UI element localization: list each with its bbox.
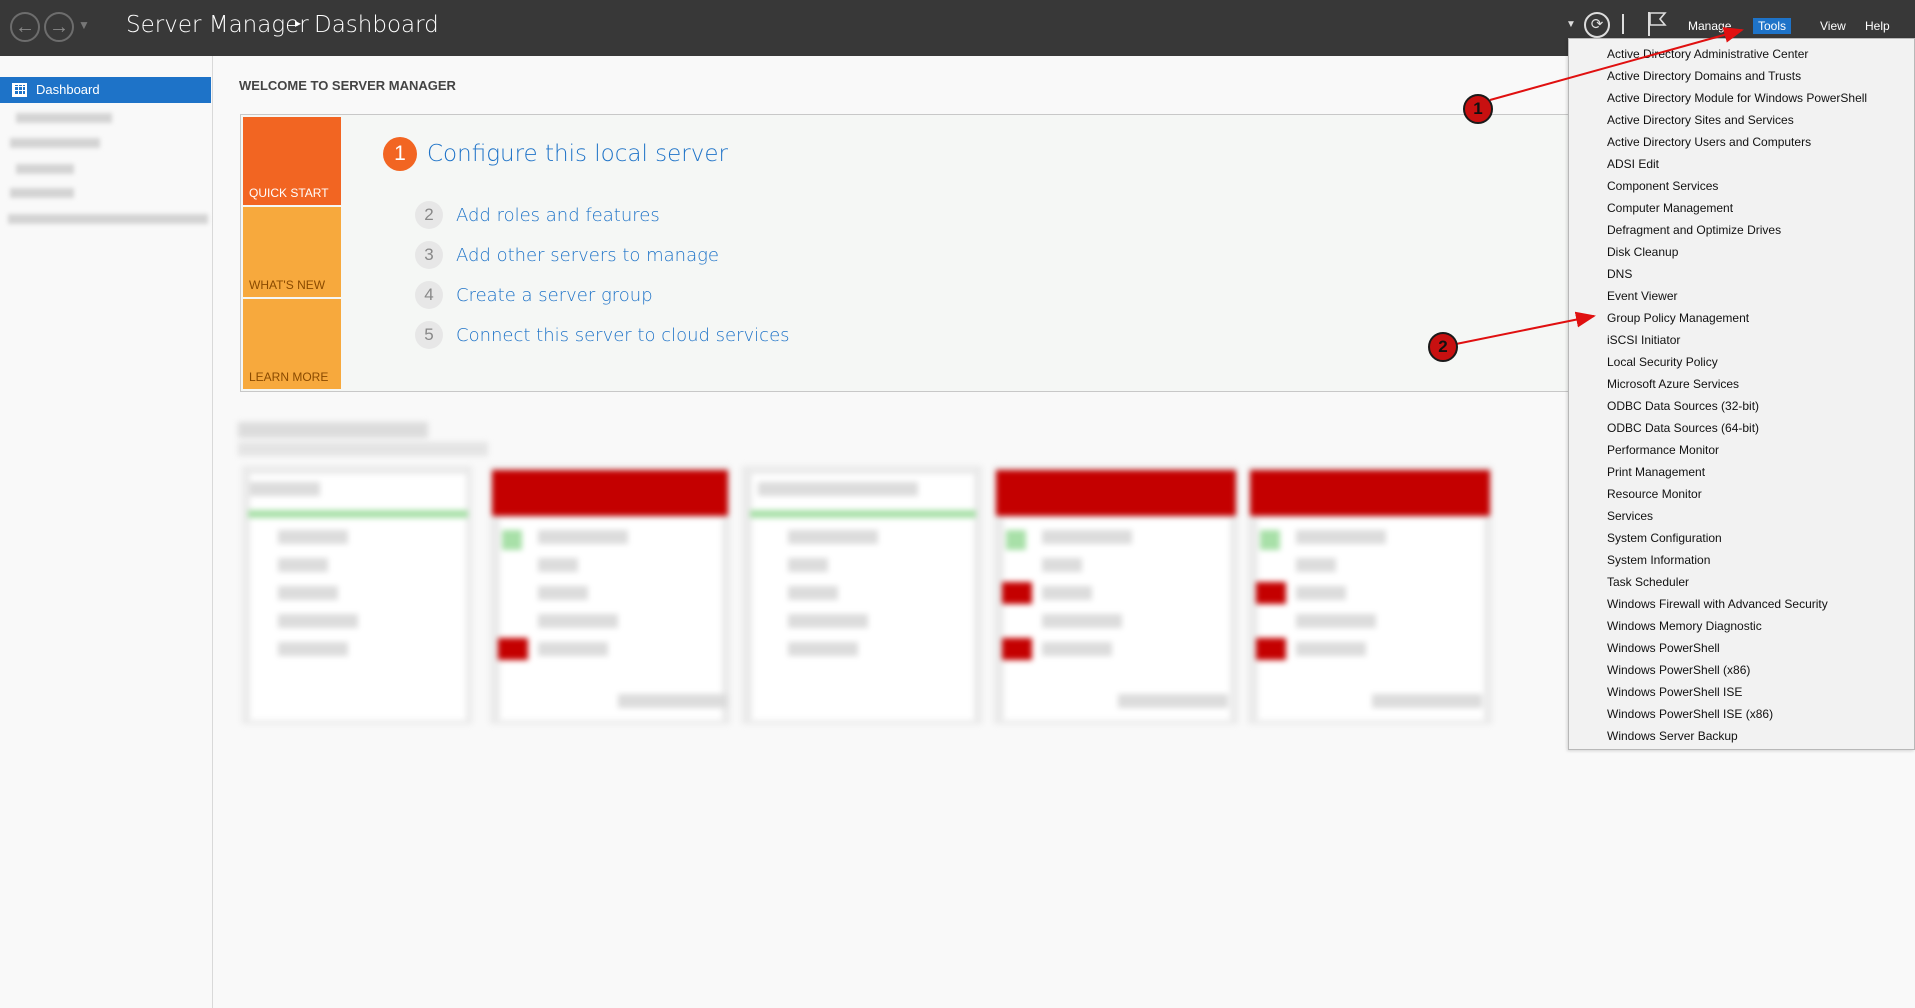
sidebar-item-redacted[interactable] (16, 164, 74, 174)
sidebar-item-redacted[interactable] (10, 138, 100, 148)
tile-learn-more[interactable]: LEARN MORE (243, 299, 341, 389)
tools-menu-item[interactable]: Event Viewer (1569, 285, 1914, 307)
tools-menu-item[interactable]: Active Directory Users and Computers (1569, 131, 1914, 153)
refresh-icon[interactable]: ⟳ (1584, 12, 1610, 38)
tools-menu-item[interactable]: Print Management (1569, 461, 1914, 483)
toolbar-divider (1622, 14, 1624, 34)
tools-menu-item[interactable]: Windows Memory Diagnostic (1569, 615, 1914, 637)
tools-menu-item[interactable]: System Configuration (1569, 527, 1914, 549)
tile-whats-new[interactable]: WHAT'S NEW (243, 207, 341, 297)
tools-menu-item[interactable]: ODBC Data Sources (64-bit) (1569, 417, 1914, 439)
history-dropdown-icon[interactable]: ▼ (78, 18, 90, 32)
menu-help[interactable]: Help (1860, 18, 1895, 34)
step-number-badge: 2 (415, 201, 443, 229)
tools-dropdown-menu: Active Directory Administrative Center Ac… (1568, 38, 1915, 750)
tools-menu-item[interactable]: Windows PowerShell ISE (1569, 681, 1914, 703)
tools-menu-item[interactable]: Component Services (1569, 175, 1914, 197)
breadcrumb-page-title: Dashboard (314, 12, 439, 38)
tools-menu-item[interactable]: ODBC Data Sources (32-bit) (1569, 395, 1914, 417)
tools-menu-item[interactable]: Group Policy Management (1569, 307, 1914, 329)
forward-arrow-icon[interactable]: → (44, 12, 74, 42)
quick-start-panel: QUICK START WHAT'S NEW LEARN MORE 1 Conf… (240, 114, 1570, 392)
tile-label: QUICK START (249, 186, 329, 200)
tools-menu-item[interactable]: Performance Monitor (1569, 439, 1914, 461)
tools-menu-item[interactable]: Windows Firewall with Advanced Security (1569, 593, 1914, 615)
tile-label: WHAT'S NEW (249, 278, 326, 292)
sidebar-item-redacted[interactable] (8, 214, 208, 224)
breadcrumb-separator-icon: ▸ (295, 16, 302, 30)
dashboard-grid-icon (12, 83, 27, 97)
step-number-badge: 5 (415, 321, 443, 349)
tools-menu-item[interactable]: Windows PowerShell (1569, 637, 1914, 659)
tools-menu-item[interactable]: System Information (1569, 549, 1914, 571)
step-number-badge: 1 (383, 137, 417, 171)
tools-menu-item[interactable]: Active Directory Domains and Trusts (1569, 65, 1914, 87)
tools-menu-item[interactable]: Active Directory Module for Windows Powe… (1569, 87, 1914, 109)
add-roles-link[interactable]: Add roles and features (456, 205, 660, 226)
connect-cloud-link[interactable]: Connect this server to cloud services (456, 325, 790, 346)
tools-menu-item[interactable]: Microsoft Azure Services (1569, 373, 1914, 395)
tools-menu-item[interactable]: DNS (1569, 263, 1914, 285)
tools-menu-item[interactable]: ADSI Edit (1569, 153, 1914, 175)
breadcrumb-app-title: Server Manager (126, 12, 309, 38)
sidebar-item-label: Dashboard (36, 82, 100, 97)
tools-menu-item[interactable]: iSCSI Initiator (1569, 329, 1914, 351)
tools-menu-item[interactable]: Task Scheduler (1569, 571, 1914, 593)
configure-local-server-link[interactable]: Configure this local server (427, 141, 728, 167)
tools-menu-item[interactable]: Windows PowerShell (x86) (1569, 659, 1914, 681)
sidebar-item-redacted[interactable] (16, 113, 112, 123)
sidebar: Dashboard (0, 56, 213, 1008)
tile-label: LEARN MORE (249, 370, 329, 384)
menu-manage[interactable]: Manage (1683, 18, 1736, 34)
sidebar-item-dashboard[interactable]: Dashboard (0, 77, 211, 103)
tools-menu-item[interactable]: Active Directory Administrative Center (1569, 43, 1914, 65)
tools-menu-item[interactable]: Resource Monitor (1569, 483, 1914, 505)
tools-menu-item[interactable]: Local Security Policy (1569, 351, 1914, 373)
create-server-group-link[interactable]: Create a server group (456, 285, 653, 306)
annotation-badge-1: 1 (1463, 94, 1493, 124)
tools-menu-item[interactable]: Windows PowerShell ISE (x86) (1569, 703, 1914, 725)
tools-menu-list: Active Directory Administrative Center Ac… (1569, 39, 1914, 747)
page-heading: WELCOME TO SERVER MANAGER (239, 78, 456, 93)
add-servers-link[interactable]: Add other servers to manage (456, 245, 719, 266)
tools-menu-item[interactable]: Windows Server Backup (1569, 725, 1914, 747)
tile-quick-start[interactable]: QUICK START (243, 117, 341, 205)
back-arrow-icon[interactable]: ← (10, 12, 40, 42)
step-number-badge: 4 (415, 281, 443, 309)
roles-and-server-groups-redacted (238, 418, 1500, 758)
menu-tools[interactable]: Tools (1753, 18, 1792, 34)
tools-menu-item[interactable]: Defragment and Optimize Drives (1569, 219, 1914, 241)
annotation-badge-2: 2 (1428, 332, 1458, 362)
tools-menu-item[interactable]: Disk Cleanup (1569, 241, 1914, 263)
sidebar-item-redacted[interactable] (10, 188, 74, 198)
tools-menu-item[interactable]: Services (1569, 505, 1914, 527)
tools-menu-item[interactable]: Active Directory Sites and Services (1569, 109, 1914, 131)
menu-view[interactable]: View (1815, 18, 1851, 34)
step-number-badge: 3 (415, 241, 443, 269)
tools-menu-item[interactable]: Computer Management (1569, 197, 1914, 219)
